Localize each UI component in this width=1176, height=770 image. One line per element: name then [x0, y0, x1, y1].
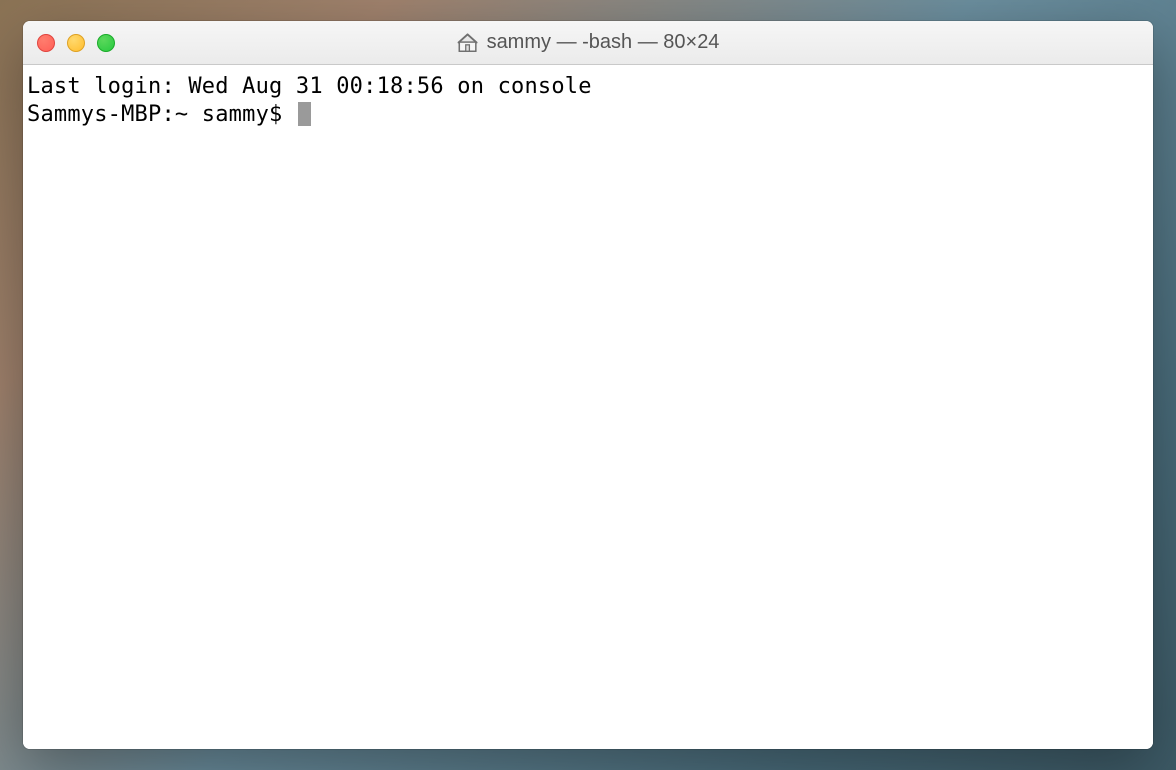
- home-icon: [457, 32, 479, 54]
- window-titlebar[interactable]: sammy — -bash — 80×24: [23, 21, 1153, 65]
- cursor: [298, 102, 311, 126]
- traffic-lights: [23, 34, 115, 52]
- close-button[interactable]: [37, 34, 55, 52]
- window-title: sammy — -bash — 80×24: [487, 31, 720, 54]
- shell-prompt: Sammys-MBP:~ sammy$: [27, 102, 296, 127]
- prompt-line-container: Sammys-MBP:~ sammy$: [27, 101, 1149, 129]
- terminal-content[interactable]: Last login: Wed Aug 31 00:18:56 on conso…: [23, 65, 1153, 749]
- minimize-button[interactable]: [67, 34, 85, 52]
- window-title-container: sammy — -bash — 80×24: [457, 31, 720, 54]
- last-login-line: Last login: Wed Aug 31 00:18:56 on conso…: [27, 73, 1149, 101]
- terminal-window: sammy — -bash — 80×24 Last login: Wed Au…: [23, 21, 1153, 749]
- maximize-button[interactable]: [97, 34, 115, 52]
